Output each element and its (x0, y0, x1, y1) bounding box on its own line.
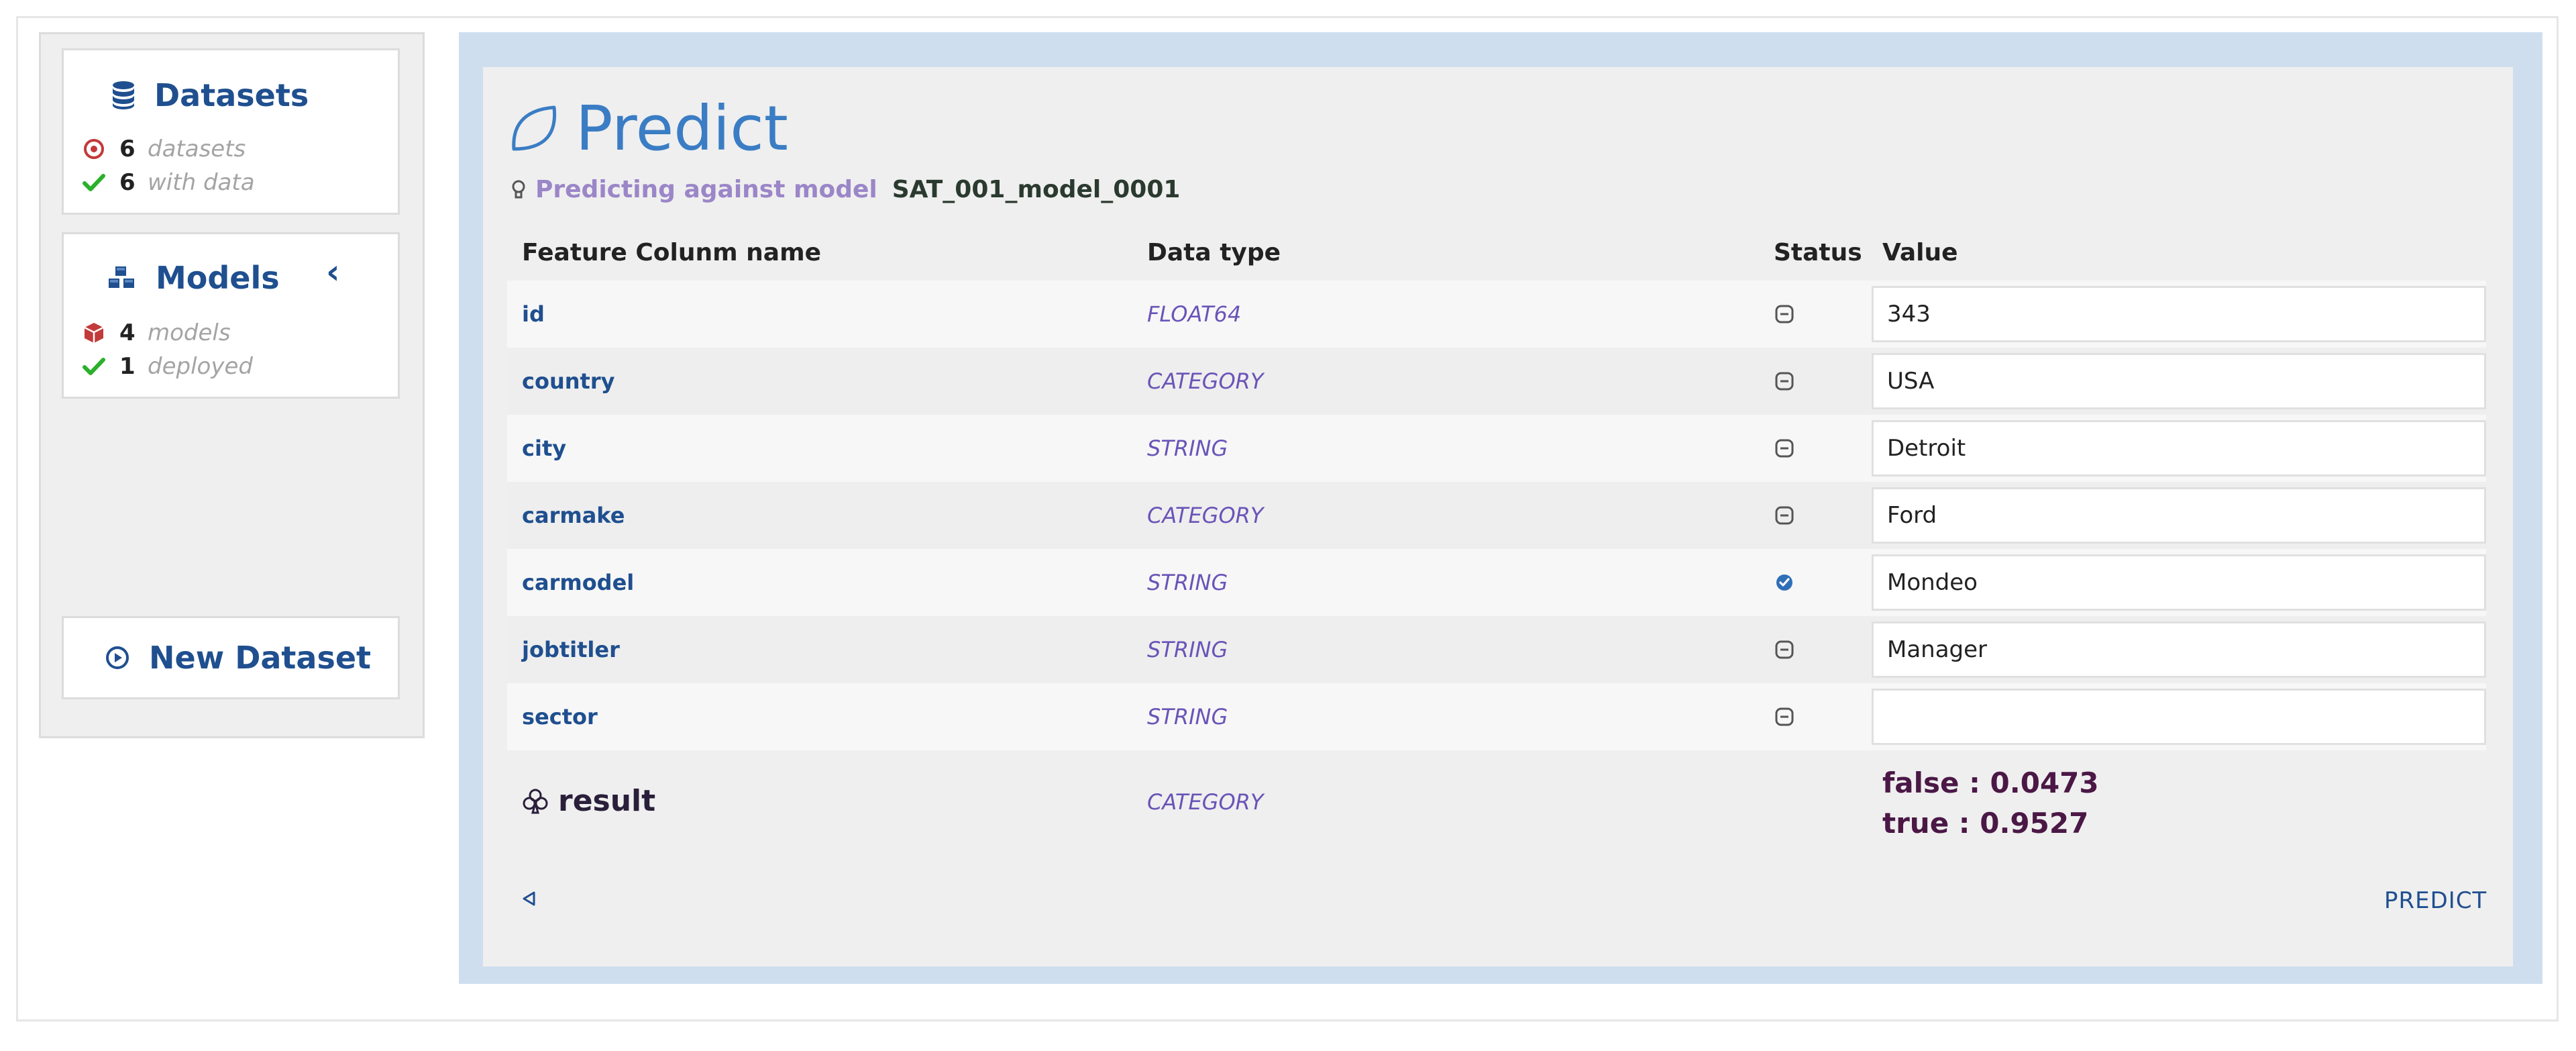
models-title-label: Models (156, 260, 280, 296)
subtitle-prefix: Predicting against model (535, 176, 877, 203)
feature-value-input[interactable] (1872, 487, 2486, 544)
header-feature-name: Feature Colunm name (522, 239, 822, 266)
feature-type: STRING (1147, 570, 1228, 595)
result-name: result (558, 784, 656, 818)
result-value-true: true : 0.9527 (1882, 807, 2089, 840)
database-icon (111, 81, 136, 110)
lightbulb-icon (511, 179, 526, 201)
feature-name: sector (522, 704, 598, 730)
feature-name: jobtitler (522, 637, 620, 662)
feature-value-input[interactable] (1872, 353, 2486, 409)
feature-type: CATEGORY (1147, 368, 1264, 394)
feature-type: STRING (1147, 704, 1228, 730)
feature-name: carmodel (522, 570, 635, 595)
model-name: SAT_001_model_0001 (892, 176, 1181, 203)
table-row: carmake CATEGORY (507, 482, 2486, 549)
datasets-count-label: datasets (148, 136, 246, 162)
back-triangle-icon[interactable] (521, 890, 538, 907)
collapse-chevron-icon[interactable]: ‹ (326, 252, 340, 291)
models-title[interactable]: Models (106, 258, 280, 298)
result-type: CATEGORY (1147, 789, 1264, 815)
datasets-count-stat: 6 datasets (79, 133, 246, 165)
feature-name: id (522, 301, 545, 327)
minus-square-icon (1774, 281, 1794, 348)
result-label: result (522, 784, 655, 818)
table-row: id FLOAT64 (507, 281, 2486, 348)
table-row: sector STRING (507, 683, 2486, 750)
play-circle-icon (105, 645, 130, 670)
datasets-title[interactable]: Datasets (111, 75, 309, 115)
feature-name: carmake (522, 503, 625, 528)
club-icon (522, 788, 549, 815)
leaf-icon (508, 102, 561, 154)
table-row: jobtitler STRING (507, 616, 2486, 683)
feature-value-input[interactable] (1872, 554, 2486, 611)
feature-value-input[interactable] (1872, 621, 2486, 678)
predict-button[interactable]: PREDICT (2384, 887, 2487, 914)
header-data-type: Data type (1147, 239, 1281, 266)
models-deployed-stat: 1 deployed (79, 350, 253, 383)
header-value: Value (1882, 239, 1958, 266)
feature-type: STRING (1147, 436, 1228, 461)
datasets-with-data-count: 6 (119, 169, 136, 196)
minus-square-icon (1774, 415, 1794, 482)
minus-square-icon (1774, 482, 1794, 549)
minus-square-icon (1774, 348, 1794, 415)
check-circle-icon (1774, 549, 1794, 616)
check-icon (79, 357, 109, 376)
models-deployed-label: deployed (148, 353, 253, 380)
minus-square-icon (1774, 683, 1794, 750)
models-count-stat: 4 models (79, 317, 231, 349)
feature-value-input[interactable] (1872, 286, 2486, 342)
datasets-count: 6 (119, 136, 136, 162)
feature-value-input[interactable] (1872, 689, 2486, 745)
table-row: carmodel STRING (507, 549, 2486, 616)
feature-name: city (522, 436, 567, 461)
cube-icon (79, 321, 109, 344)
new-dataset-title[interactable]: New Dataset (105, 638, 371, 678)
table-row: city STRING (507, 415, 2486, 482)
cubes-icon (106, 265, 137, 291)
models-count: 4 (119, 319, 136, 346)
feature-type: STRING (1147, 637, 1228, 662)
models-deployed-count: 1 (119, 353, 136, 380)
feature-type: FLOAT64 (1147, 301, 1242, 327)
feature-type: CATEGORY (1147, 503, 1264, 528)
model-subtitle: Predicting against model SAT_001_model_0… (511, 176, 1180, 203)
check-icon (79, 173, 109, 192)
feature-name: country (522, 368, 615, 394)
page-title-label: Predict (576, 92, 788, 164)
header-status: Status (1774, 239, 1862, 266)
datasets-with-data-stat: 6 with data (79, 166, 255, 199)
models-count-label: models (148, 319, 231, 346)
target-icon (79, 138, 109, 160)
result-value-false: false : 0.0473 (1882, 766, 2099, 799)
datasets-title-label: Datasets (154, 77, 309, 113)
feature-value-input[interactable] (1872, 420, 2486, 477)
new-dataset-label: New Dataset (149, 640, 372, 676)
page-title: Predict (508, 91, 788, 165)
datasets-with-data-label: with data (148, 169, 255, 196)
table-row: country CATEGORY (507, 348, 2486, 415)
minus-square-icon (1774, 616, 1794, 683)
